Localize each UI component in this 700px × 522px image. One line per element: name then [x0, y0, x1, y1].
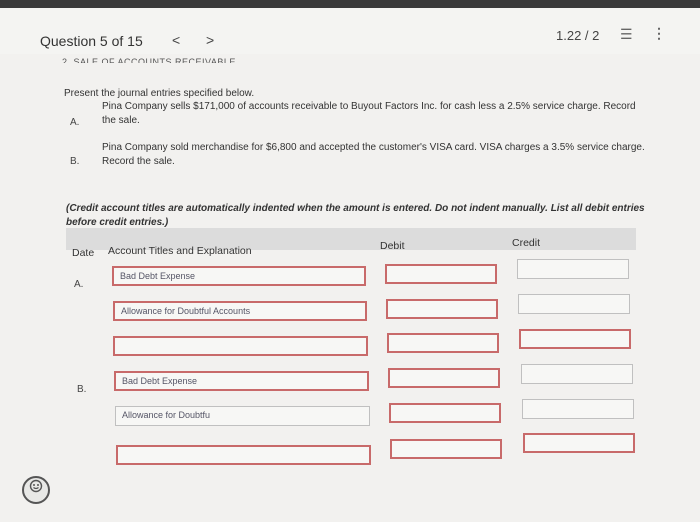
- problem-b-line2: Record the sale.: [102, 156, 175, 167]
- menu-icon[interactable]: ⋮: [652, 25, 666, 42]
- credit-field-a1[interactable]: [517, 259, 629, 279]
- score-display: 1.22 / 2: [556, 28, 600, 43]
- debit-field-a2[interactable]: [386, 299, 498, 319]
- problem-b-line1: Pina Company sold merchandise for $6,800…: [102, 142, 645, 153]
- header-date: Date: [72, 247, 95, 259]
- problem-a-text: Pina Company sells $171,000 of accounts …: [102, 100, 647, 128]
- credit-field-b1[interactable]: [521, 364, 633, 384]
- problem-a-line1: Pina Company sells $171,000 of accounts …: [102, 101, 636, 112]
- account-field-a3[interactable]: [113, 336, 368, 356]
- account-field-b3[interactable]: [116, 445, 371, 465]
- section-title: 2. SALE OF ACCOUNTS RECEIVABLE: [62, 57, 236, 63]
- account-field-a1[interactable]: Bad Debt Expense: [112, 266, 366, 286]
- account-field-b2[interactable]: Allowance for Doubtfu: [115, 406, 370, 426]
- debit-field-a3[interactable]: [387, 333, 499, 353]
- header-account: Account Titles and Explanation: [108, 245, 252, 257]
- entry-b-letter: B.: [77, 384, 87, 395]
- help-icon[interactable]: [22, 476, 50, 504]
- account-field-b1[interactable]: Bad Debt Expense: [114, 371, 369, 391]
- credit-note: (Credit account titles are automatically…: [66, 203, 645, 228]
- header-debit: Debit: [380, 240, 405, 252]
- credit-field-b2[interactable]: [522, 399, 634, 419]
- instructions: Present the journal entries specified be…: [64, 88, 255, 99]
- debit-field-a1[interactable]: [385, 264, 497, 284]
- list-icon[interactable]: ☰: [620, 26, 633, 43]
- credit-field-b3[interactable]: [523, 433, 635, 453]
- top-strip: [0, 0, 700, 8]
- problem-a-line2: the sale.: [102, 115, 140, 126]
- credit-field-a3[interactable]: [519, 329, 631, 349]
- entry-a-letter: A.: [74, 279, 84, 290]
- problem-a-letter: A.: [70, 117, 80, 128]
- problem-b-text: Pina Company sold merchandise for $6,800…: [102, 141, 652, 169]
- account-field-a2[interactable]: Allowance for Doubtful Accounts: [113, 301, 367, 321]
- prev-question-button[interactable]: <: [172, 32, 180, 48]
- problem-b-letter: B.: [70, 156, 80, 167]
- header-credit: Credit: [512, 237, 541, 249]
- debit-field-b3[interactable]: [390, 439, 502, 459]
- help-glyph-icon: [29, 479, 43, 493]
- question-label: Question 5 of 15: [40, 33, 143, 49]
- next-question-button[interactable]: >: [206, 32, 214, 48]
- credit-field-a2[interactable]: [518, 294, 630, 314]
- debit-field-b2[interactable]: [389, 403, 501, 423]
- debit-field-b1[interactable]: [388, 368, 500, 388]
